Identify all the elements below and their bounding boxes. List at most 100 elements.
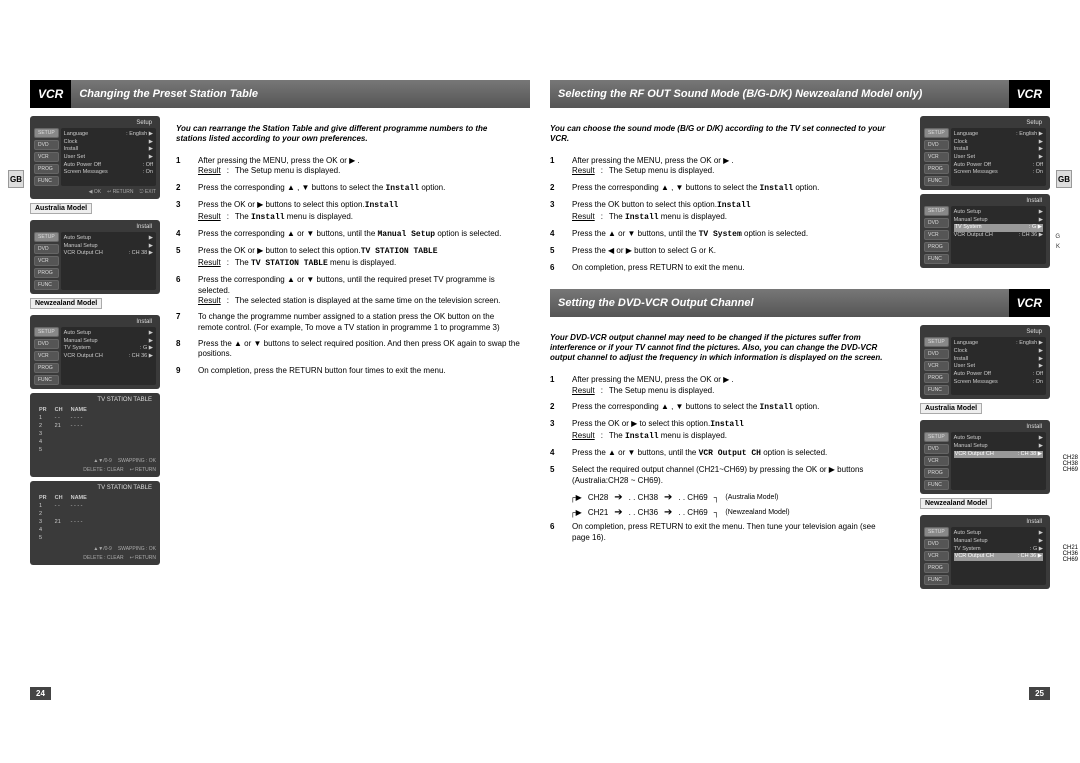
osd-tab: PROG xyxy=(924,563,949,573)
step: 1After pressing the MENU, press the OK o… xyxy=(550,156,894,177)
menu-value: : Off xyxy=(1033,371,1043,379)
osd-footer: SWAPPING : OK xyxy=(118,546,156,552)
osd-tab: FUNC xyxy=(34,280,59,290)
station-table: PRCHNAME 1- -- - - - 2 321- - - - 4 5 xyxy=(34,493,92,543)
annot-ch-list: CH21 CH36 CH69 xyxy=(1063,545,1078,563)
cell: 21 xyxy=(52,423,66,429)
menu-item: User Set xyxy=(954,363,975,371)
menu-item: TV System xyxy=(955,224,982,232)
menu-value: ▶ xyxy=(1039,154,1043,162)
menu-value: ▶ xyxy=(149,139,153,147)
menu-value: : G ▶ xyxy=(140,345,153,353)
menu-item: Clock xyxy=(954,348,968,356)
menu-value: : G ▶ xyxy=(1030,546,1043,554)
cell: - - - - xyxy=(68,503,90,509)
osd-tab: DVD xyxy=(924,349,949,359)
osd-header: Install xyxy=(924,424,1046,430)
cell: 21 xyxy=(52,519,66,525)
menu-item: VCR Output CH xyxy=(64,353,103,361)
menu-item: VCR Output CH xyxy=(955,451,994,459)
cell: - - xyxy=(52,415,66,421)
osd-header: TV STATION TABLE xyxy=(34,485,156,491)
menu-item: Clock xyxy=(64,139,78,147)
osd-tab: SETUP xyxy=(924,337,949,347)
menu-item: Auto Setup xyxy=(64,235,91,243)
menu-item: Auto Setup xyxy=(954,530,981,538)
page-number-left: 24 xyxy=(30,687,51,700)
menu-value: ▶ xyxy=(149,154,153,162)
menu-value: ▶ xyxy=(1039,217,1043,225)
col: PR xyxy=(36,495,50,501)
osd-tab: DVD xyxy=(924,539,949,549)
step: 4Press the corresponding ▲ or ▼ buttons,… xyxy=(176,229,520,240)
osd-tab: VCR xyxy=(924,456,949,466)
menu-item: Screen Messages xyxy=(64,169,108,177)
step: 3Press the OK button to select this opti… xyxy=(550,200,894,223)
cell: 4 xyxy=(36,527,50,533)
step: 2Press the corresponding ▲ , ▼ buttons t… xyxy=(550,183,894,194)
menu-item: Auto Power Off xyxy=(954,162,991,170)
menu-item: User Set xyxy=(64,154,85,162)
cell: 1 xyxy=(36,503,50,509)
cell: 4 xyxy=(36,439,50,445)
right-top-content: You can choose the sound mode (B/G or D/… xyxy=(550,110,1050,279)
annot-g: G xyxy=(1055,234,1060,240)
osd-tab: PROG xyxy=(924,164,949,174)
col: NAME xyxy=(68,495,90,501)
menu-value: : English ▶ xyxy=(1016,131,1043,139)
cell: 2 xyxy=(36,423,50,429)
manual-spread: GB VCR Changing the Preset Station Table… xyxy=(0,80,1080,700)
menu-value: ▶ xyxy=(1039,443,1043,451)
cell: - - xyxy=(52,503,66,509)
col: PR xyxy=(36,407,50,413)
osd-tab: SETUP xyxy=(924,128,949,138)
menu-item: Language xyxy=(954,131,978,139)
osd-tab: DVD xyxy=(924,444,949,454)
ch-val: . . CH36 xyxy=(629,508,658,517)
menu-item: Screen Messages xyxy=(954,169,998,177)
osd-header: TV STATION TABLE xyxy=(34,397,156,403)
menu-item: Screen Messages xyxy=(954,379,998,387)
osd-tab: FUNC xyxy=(34,375,59,385)
menu-value: : On xyxy=(1033,169,1043,177)
menu-item: Auto Setup xyxy=(954,435,981,443)
step: 4Press the ▲ or ▼ buttons, until the TV … xyxy=(550,229,894,240)
step: 3Press the OK or ▶ buttons to select thi… xyxy=(176,200,520,223)
menu-value: : G ▶ xyxy=(1029,224,1042,232)
cell: 2 xyxy=(36,511,50,517)
osd-tab: VCR xyxy=(34,351,59,361)
right-bottom-text: Your DVD-VCR output channel may need to … xyxy=(550,325,904,593)
menu-value: : Off xyxy=(1033,162,1043,170)
menu-value: ▶ xyxy=(1039,209,1043,217)
osd-footer: SWAPPING : OK xyxy=(118,458,156,464)
osd-tab: VCR xyxy=(34,256,59,266)
menu-item: Clock xyxy=(954,139,968,147)
step: 9On completion, press the RETURN button … xyxy=(176,366,520,376)
menu-item: Manual Setup xyxy=(954,217,988,225)
osd-header: Setup xyxy=(924,329,1046,335)
osd-footer: DELETE : CLEAR xyxy=(83,555,123,561)
osd-footer: ↩ RETURN xyxy=(130,467,156,473)
channel-flow-au: ┌▶ CH28➔ . . CH38➔ . . CH69┐ (Australia … xyxy=(570,492,894,503)
left-text-col: You can rearrange the Station Table and … xyxy=(176,116,530,569)
osd-setup: Setup SETUP DVD VCR PROG FUNC Language: … xyxy=(920,116,1050,190)
osd-install-au-out: Install SETUP DVD VCR PROG FUNC Auto Set… xyxy=(920,420,1050,494)
section-bar-left: VCR Changing the Preset Station Table xyxy=(30,80,530,108)
osd-tab: PROG xyxy=(924,468,949,478)
step: 2Press the corresponding ▲ , ▼ buttons t… xyxy=(176,183,520,194)
step: 8Press the ▲ or ▼ buttons to select requ… xyxy=(176,339,520,360)
menu-item: Language xyxy=(64,131,88,139)
osd-footer: DELETE : CLEAR xyxy=(83,467,123,473)
osd-station-table-2: TV STATION TABLE PRCHNAME 1- -- - - - 2 … xyxy=(30,481,160,565)
menu-item: Install xyxy=(64,146,78,154)
osd-tab: PROG xyxy=(34,268,59,278)
osd-footer: ↩ RETURN xyxy=(107,189,133,195)
menu-value: ▶ xyxy=(149,330,153,338)
model-label-newzealand: Newzealand Model xyxy=(920,498,992,509)
annot-ch-list: CH28 CH38 CH69 xyxy=(1063,455,1078,473)
cell: - - - - xyxy=(68,519,90,525)
osd-setup: Setup SETUP DVD VCR PROG FUNC Language: … xyxy=(920,325,1050,399)
osd-header: Install xyxy=(34,319,156,325)
step: 2Press the corresponding ▲ , ▼ buttons t… xyxy=(550,402,894,413)
osd-header: Install xyxy=(34,224,156,230)
